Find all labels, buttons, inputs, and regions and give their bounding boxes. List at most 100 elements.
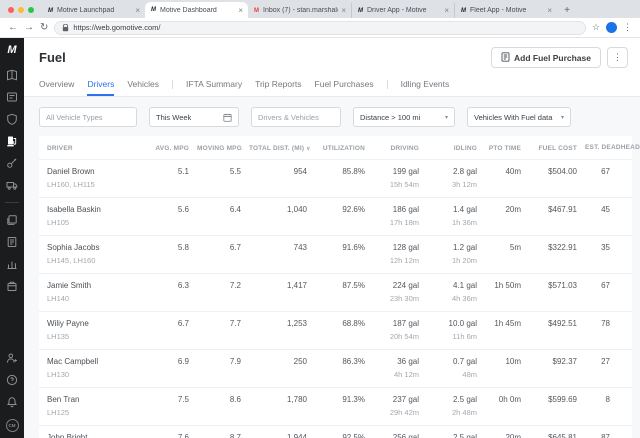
driver-name[interactable]: Sophia Jacobs xyxy=(47,243,147,252)
dispatch-icon[interactable] xyxy=(5,178,19,192)
vehicle-types-input[interactable] xyxy=(46,113,130,122)
fuel-data-filter[interactable]: Vehicles With Fuel data ▾ xyxy=(467,107,571,127)
driver-name[interactable]: John Bright xyxy=(47,433,147,438)
tab-close-icon[interactable]: × xyxy=(444,6,449,15)
sidebar-divider xyxy=(5,202,19,203)
idling-cell: 4.1 gal4h 36m xyxy=(423,274,481,312)
tab-close-icon[interactable]: × xyxy=(135,6,140,15)
nav-tab-ifta-summary[interactable]: IFTA Summary xyxy=(186,75,242,96)
driving-cell: 224 gal23h 30m xyxy=(369,274,423,312)
avg-mpg-cell: 5.8 xyxy=(151,236,193,274)
table-row[interactable]: Isabella Baskin LH105 5.6 6.4 1,040 92.6… xyxy=(39,198,632,236)
tab-favicon-icon: M xyxy=(150,7,157,13)
table-row[interactable]: Mac Campbell LH130 6.9 7.9 250 86.3% 36 … xyxy=(39,350,632,388)
distance-filter[interactable]: Distance > 100 mi ▾ xyxy=(353,107,455,127)
table-row[interactable]: Daniel Brown LH160, LH115 5.1 5.5 954 85… xyxy=(39,160,632,198)
column-header[interactable]: MOVING MPG xyxy=(193,136,245,160)
avg-mpg-cell: 5.6 xyxy=(151,198,193,236)
forward-icon[interactable]: → xyxy=(24,23,34,33)
assets-icon[interactable] xyxy=(5,279,19,293)
safety-icon[interactable] xyxy=(5,112,19,126)
driving-cell: 128 gal12h 12m xyxy=(369,236,423,274)
new-tab-button[interactable]: + xyxy=(559,3,575,18)
tab-close-icon[interactable]: × xyxy=(341,6,346,15)
nav-tab-overview[interactable]: Overview xyxy=(39,75,74,96)
window-controls[interactable] xyxy=(0,7,42,18)
column-header[interactable]: PTO TIME xyxy=(481,136,525,160)
idling-cell: 2.5 gal2h 48m xyxy=(423,388,481,426)
invite-user-icon[interactable] xyxy=(5,351,19,365)
browser-tab[interactable]: M Fleet App - Motive × xyxy=(454,3,557,18)
column-header[interactable]: IDLING xyxy=(423,136,481,160)
refresh-icon[interactable]: ↻ xyxy=(40,23,48,33)
driver-name[interactable]: Isabella Baskin xyxy=(47,205,147,214)
app-sidebar: M xyxy=(0,38,24,438)
nav-tab-idling-events[interactable]: Idling Events xyxy=(401,75,450,96)
drivers-fuel-table: DRIVERAVG. MPGMOVING MPGTOTAL DIST. (MI)… xyxy=(39,136,632,438)
fuel-icon[interactable] xyxy=(5,134,19,148)
notifications-icon[interactable] xyxy=(5,395,19,409)
driver-name[interactable]: Wiliy Payne xyxy=(47,319,147,328)
driver-vehicles: LH135 xyxy=(47,332,147,341)
date-range-filter[interactable]: This Week xyxy=(149,107,239,127)
tab-title: Fleet App - Motive xyxy=(470,7,544,14)
driver-name[interactable]: Daniel Brown xyxy=(47,167,147,176)
driver-name[interactable]: Ben Tran xyxy=(47,395,147,404)
maintenance-icon[interactable] xyxy=(5,156,19,170)
column-header[interactable]: FUEL COST xyxy=(525,136,581,160)
table-row[interactable]: Jamie Smith LH140 6.3 7.2 1,417 87.5% 22… xyxy=(39,274,632,312)
browser-profile-avatar[interactable] xyxy=(606,22,617,33)
table-row[interactable]: Ben Tran LH125 7.5 8.6 1,780 91.3% 237 g… xyxy=(39,388,632,426)
nav-tab-vehicles[interactable]: Vehicles xyxy=(127,75,159,96)
minimize-window-icon[interactable] xyxy=(18,7,24,13)
idling-cell: 2.8 gal3h 12m xyxy=(423,160,481,198)
table-row[interactable]: John Bright LH120 7.6 8.7 1,944 92.5% 25… xyxy=(39,426,632,438)
browser-tab[interactable]: M Motive Dashboard × xyxy=(145,2,248,18)
browser-tab[interactable]: M Motive Launchpad × xyxy=(42,3,145,18)
column-header[interactable]: DRIVING xyxy=(369,136,423,160)
address-bar[interactable]: https://web.gomotive.com/ xyxy=(54,21,586,35)
drivers-vehicles-filter[interactable] xyxy=(251,107,341,127)
column-header[interactable]: TOTAL DIST. (MI)∨ xyxy=(245,136,311,160)
column-header[interactable]: AVG. MPG xyxy=(151,136,193,160)
nav-tab-trip-reports[interactable]: Trip Reports xyxy=(255,75,301,96)
column-header[interactable]: DRIVER xyxy=(39,136,151,160)
column-header[interactable]: EST. DEADHEAD (MI)BETA xyxy=(581,136,632,160)
utilization-cell: 68.8% xyxy=(311,312,369,350)
reports-icon[interactable] xyxy=(5,235,19,249)
maximize-window-icon[interactable] xyxy=(28,7,34,13)
avg-mpg-cell: 5.1 xyxy=(151,160,193,198)
close-window-icon[interactable] xyxy=(8,7,14,13)
column-header[interactable]: UTILIZATION xyxy=(311,136,369,160)
documents-icon[interactable] xyxy=(5,213,19,227)
help-icon[interactable] xyxy=(5,373,19,387)
driving-cell: 187 gal20h 54m xyxy=(369,312,423,350)
browser-tab[interactable]: M Driver App - Motive × xyxy=(351,3,454,18)
tab-favicon-icon: M xyxy=(460,8,467,14)
bookmark-star-icon[interactable]: ☆ xyxy=(592,22,600,33)
analytics-icon[interactable] xyxy=(5,257,19,271)
more-options-button[interactable]: ⋮ xyxy=(607,47,628,68)
table-row[interactable]: Wiliy Payne LH135 6.7 7.7 1,253 68.8% 18… xyxy=(39,312,632,350)
tab-close-icon[interactable]: × xyxy=(547,6,552,15)
tab-close-icon[interactable]: × xyxy=(238,6,243,15)
drivers-vehicles-input[interactable] xyxy=(258,113,334,122)
back-icon[interactable]: ← xyxy=(8,23,18,33)
total-dist-cell: 250 xyxy=(245,350,311,388)
fleet-icon[interactable] xyxy=(5,90,19,104)
driver-name[interactable]: Jamie Smith xyxy=(47,281,147,290)
user-avatar[interactable]: CM xyxy=(6,419,19,432)
driver-vehicles: LH105 xyxy=(47,218,147,227)
table-row[interactable]: Sophia Jacobs LH145, LH160 5.8 6.7 743 9… xyxy=(39,236,632,274)
deadhead-cell: 8 xyxy=(581,388,632,426)
launchpad-icon[interactable] xyxy=(5,68,19,82)
add-fuel-purchase-button[interactable]: Add Fuel Purchase xyxy=(491,47,601,68)
browser-tab[interactable]: M Inbox (7) - stan.marshal@trucki × xyxy=(248,3,351,18)
vehicle-types-filter[interactable] xyxy=(39,107,137,127)
nav-tab-drivers[interactable]: Drivers xyxy=(87,75,114,96)
driver-name[interactable]: Mac Campbell xyxy=(47,357,147,366)
moving-mpg-cell: 5.5 xyxy=(193,160,245,198)
nav-tab-fuel-purchases[interactable]: Fuel Purchases xyxy=(315,75,374,96)
browser-menu-icon[interactable]: ⋮ xyxy=(623,22,632,33)
pto-time-cell: 20m xyxy=(481,198,525,236)
